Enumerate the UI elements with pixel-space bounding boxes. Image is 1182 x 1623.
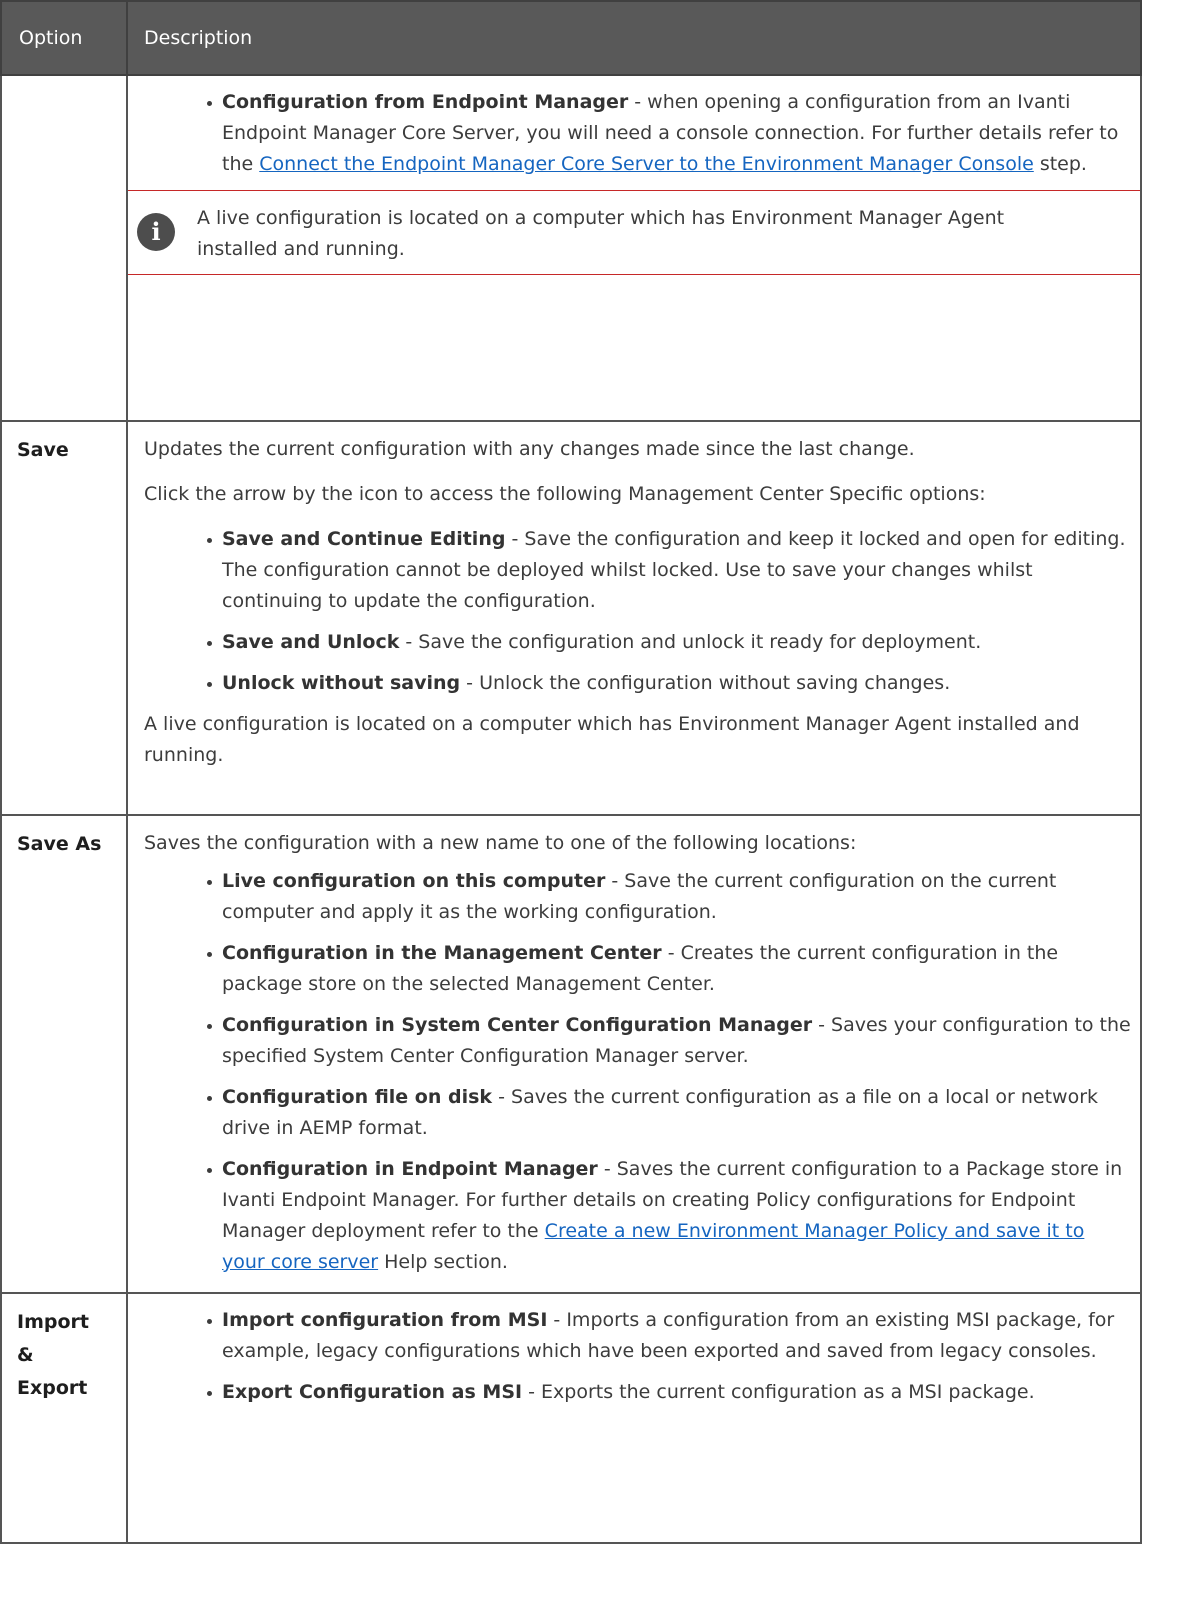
bullet-text: - Save the configuration and unlock it r… (399, 631, 982, 653)
option-line: Import (17, 1311, 89, 1333)
bullet-title: Configuration in Endpoint Manager (222, 1158, 598, 1180)
option-cell: Save (0, 420, 128, 816)
bullet-title: Configuration in the Management Center (222, 942, 662, 964)
description-cell: Import configuration from MSI - Imports … (126, 1292, 1142, 1544)
table-row: Configuration from Endpoint Manager - wh… (0, 74, 1142, 422)
connect-core-server-link[interactable]: Connect the Endpoint Manager Core Server… (259, 153, 1034, 175)
paragraph: Saves the configuration with a new name … (144, 832, 857, 854)
bullet-title: Configuration in System Center Configura… (222, 1014, 813, 1036)
table-row: Save As Saves the configuration with a n… (0, 814, 1142, 1294)
description-cell: Updates the current configuration with a… (126, 420, 1142, 816)
options-table: Option Description Configuration from En… (0, 0, 1142, 1544)
list-item: Unlock without saving - Unlock the confi… (144, 668, 1132, 699)
bullet-title: Save and Unlock (222, 631, 400, 653)
list-item: Save and Continue Editing - Save the con… (144, 524, 1132, 617)
option-cell-empty (0, 74, 128, 422)
bullet-text: - Exports the current configuration as a… (522, 1381, 1035, 1403)
list-item: Import configuration from MSI - Imports … (144, 1305, 1132, 1367)
option-cell: Save As (0, 814, 128, 1294)
bullet-title: Import configuration from MSI (222, 1309, 548, 1331)
bullet-list: Import configuration from MSI - Imports … (144, 1305, 1132, 1408)
bullet-list: Save and Continue Editing - Save the con… (144, 524, 1132, 699)
bullet-title: Unlock without saving (222, 672, 461, 694)
option-cell: Import & Export (0, 1292, 128, 1544)
bullet-title: Configuration from Endpoint Manager (222, 91, 629, 113)
list-item: Export Configuration as MSI - Exports th… (144, 1377, 1132, 1408)
bullet-title: Save and Continue Editing (222, 528, 506, 550)
table-row: Save Updates the current configuration w… (0, 420, 1142, 816)
bullet-list: Configuration from Endpoint Manager - wh… (144, 87, 1132, 180)
list-item: Configuration in System Center Configura… (144, 1010, 1132, 1072)
info-icon: i (137, 213, 175, 251)
bullet-text: step. (1033, 153, 1087, 175)
description-cell: Saves the configuration with a new name … (126, 814, 1142, 1294)
option-line: Export (17, 1377, 88, 1399)
description-column-header: Description (126, 0, 1142, 76)
list-item: Configuration file on disk - Saves the c… (144, 1082, 1132, 1144)
bullet-title: Export Configuration as MSI (222, 1381, 523, 1403)
option-line: & (17, 1344, 34, 1366)
table-row: Import & Export Import configuration fro… (0, 1292, 1142, 1544)
list-item: Configuration in the Management Center -… (144, 938, 1132, 1000)
option-column-header: Option (0, 0, 128, 76)
paragraph: A live configuration is located on a com… (144, 713, 1080, 766)
info-note: i A live configuration is located on a c… (128, 190, 1140, 275)
paragraph: Updates the current configuration with a… (144, 438, 915, 460)
table-header-row: Option Description (0, 0, 1142, 76)
bullet-text: - Unlock the configuration without savin… (460, 672, 951, 694)
list-item: Configuration in Endpoint Manager - Save… (144, 1154, 1132, 1278)
list-item: Save and Unlock - Save the configuration… (144, 627, 1132, 658)
list-item: Configuration from Endpoint Manager - wh… (144, 87, 1132, 180)
bullet-title: Live configuration on this computer (222, 870, 606, 892)
bullet-text: Help section. (378, 1251, 508, 1273)
list-item: Live configuration on this computer - Sa… (144, 866, 1132, 928)
description-cell: Configuration from Endpoint Manager - wh… (126, 74, 1142, 422)
note-text: A live configuration is located on a com… (197, 207, 1005, 260)
bullet-list: Live configuration on this computer - Sa… (144, 866, 1132, 1278)
paragraph: Click the arrow by the icon to access th… (144, 483, 986, 505)
bullet-title: Configuration file on disk (222, 1086, 493, 1108)
